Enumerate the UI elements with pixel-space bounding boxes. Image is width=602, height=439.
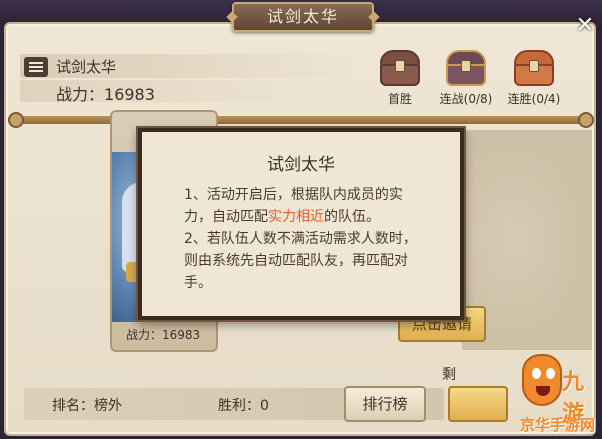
mascot-mouth <box>536 386 550 396</box>
list-icon-line <box>29 62 43 64</box>
rank-value: 榜外 <box>94 398 122 414</box>
mascot-eye <box>532 368 541 379</box>
rule-2: 2、若队伍人数不满活动需求人数时，则由系统先自动匹配队友，再匹配对手。 <box>184 231 417 291</box>
rule-1-highlight: 实力相近 <box>268 209 324 225</box>
scroll-rail <box>10 116 592 124</box>
mode-title: 试剑太华 <box>56 58 117 76</box>
member-power-label: 战力： <box>126 328 163 342</box>
gold-chest-icon[interactable] <box>510 46 558 90</box>
rule-1: 1、活动开启后，根据队内成员的实力，自动匹配实力相近的队伍。 <box>184 184 430 228</box>
ranking-button[interactable]: 排行榜 <box>344 386 426 422</box>
remaining-label: 剩 <box>442 367 456 383</box>
modal-title: 试剑太华 <box>267 155 335 175</box>
member-power-value: 16983 <box>162 328 201 342</box>
watermark-text-2: 京华手游网 <box>520 416 596 434</box>
rank-info: 排名：榜外 <box>52 395 122 415</box>
chest-lock <box>461 60 471 72</box>
chest-lock <box>529 60 539 72</box>
silver-chest-icon[interactable] <box>442 46 490 90</box>
mascot-icon <box>522 354 562 406</box>
chest-label-streak: 连胜(0/4) <box>507 92 561 106</box>
rule-1-tail: 的队伍。 <box>324 209 380 225</box>
watermark-logo: 九游 京华手游网 <box>518 354 602 439</box>
rank-label: 排名： <box>52 398 94 414</box>
rail-knob-right <box>578 112 594 128</box>
chest-lock <box>395 60 405 72</box>
window-title: 试剑太华 <box>232 2 374 32</box>
rules-modal[interactable]: 试剑太华 1、活动开启后，根据队内成员的实力，自动匹配实力相近的队伍。 2、若队… <box>138 128 464 320</box>
chest-label-first-win: 首胜 <box>387 92 412 106</box>
modal-rules: 1、活动开启后，根据队内成员的实力，自动匹配实力相近的队伍。 2、若队伍人数不满… <box>184 184 430 294</box>
wins-value: 0 <box>260 398 269 414</box>
power-label: 战力： <box>56 85 105 104</box>
close-icon[interactable]: ✕ <box>572 14 598 40</box>
start-button[interactable] <box>448 386 508 422</box>
power-value: 16983 <box>104 85 155 104</box>
wins-label: 胜利： <box>218 398 260 414</box>
team-power: 战力：16983 <box>56 81 155 105</box>
wins-info: 胜利：0 <box>218 395 269 415</box>
list-icon-line <box>29 66 43 68</box>
list-icon[interactable] <box>24 57 48 77</box>
mascot-eye <box>546 368 555 379</box>
list-icon-line <box>29 70 43 72</box>
rail-knob-left <box>8 112 24 128</box>
chest-label-battles: 连战(0/8) <box>439 92 493 106</box>
member-power: 战力：16983 <box>126 326 200 343</box>
wooden-chest-icon[interactable] <box>376 46 424 90</box>
